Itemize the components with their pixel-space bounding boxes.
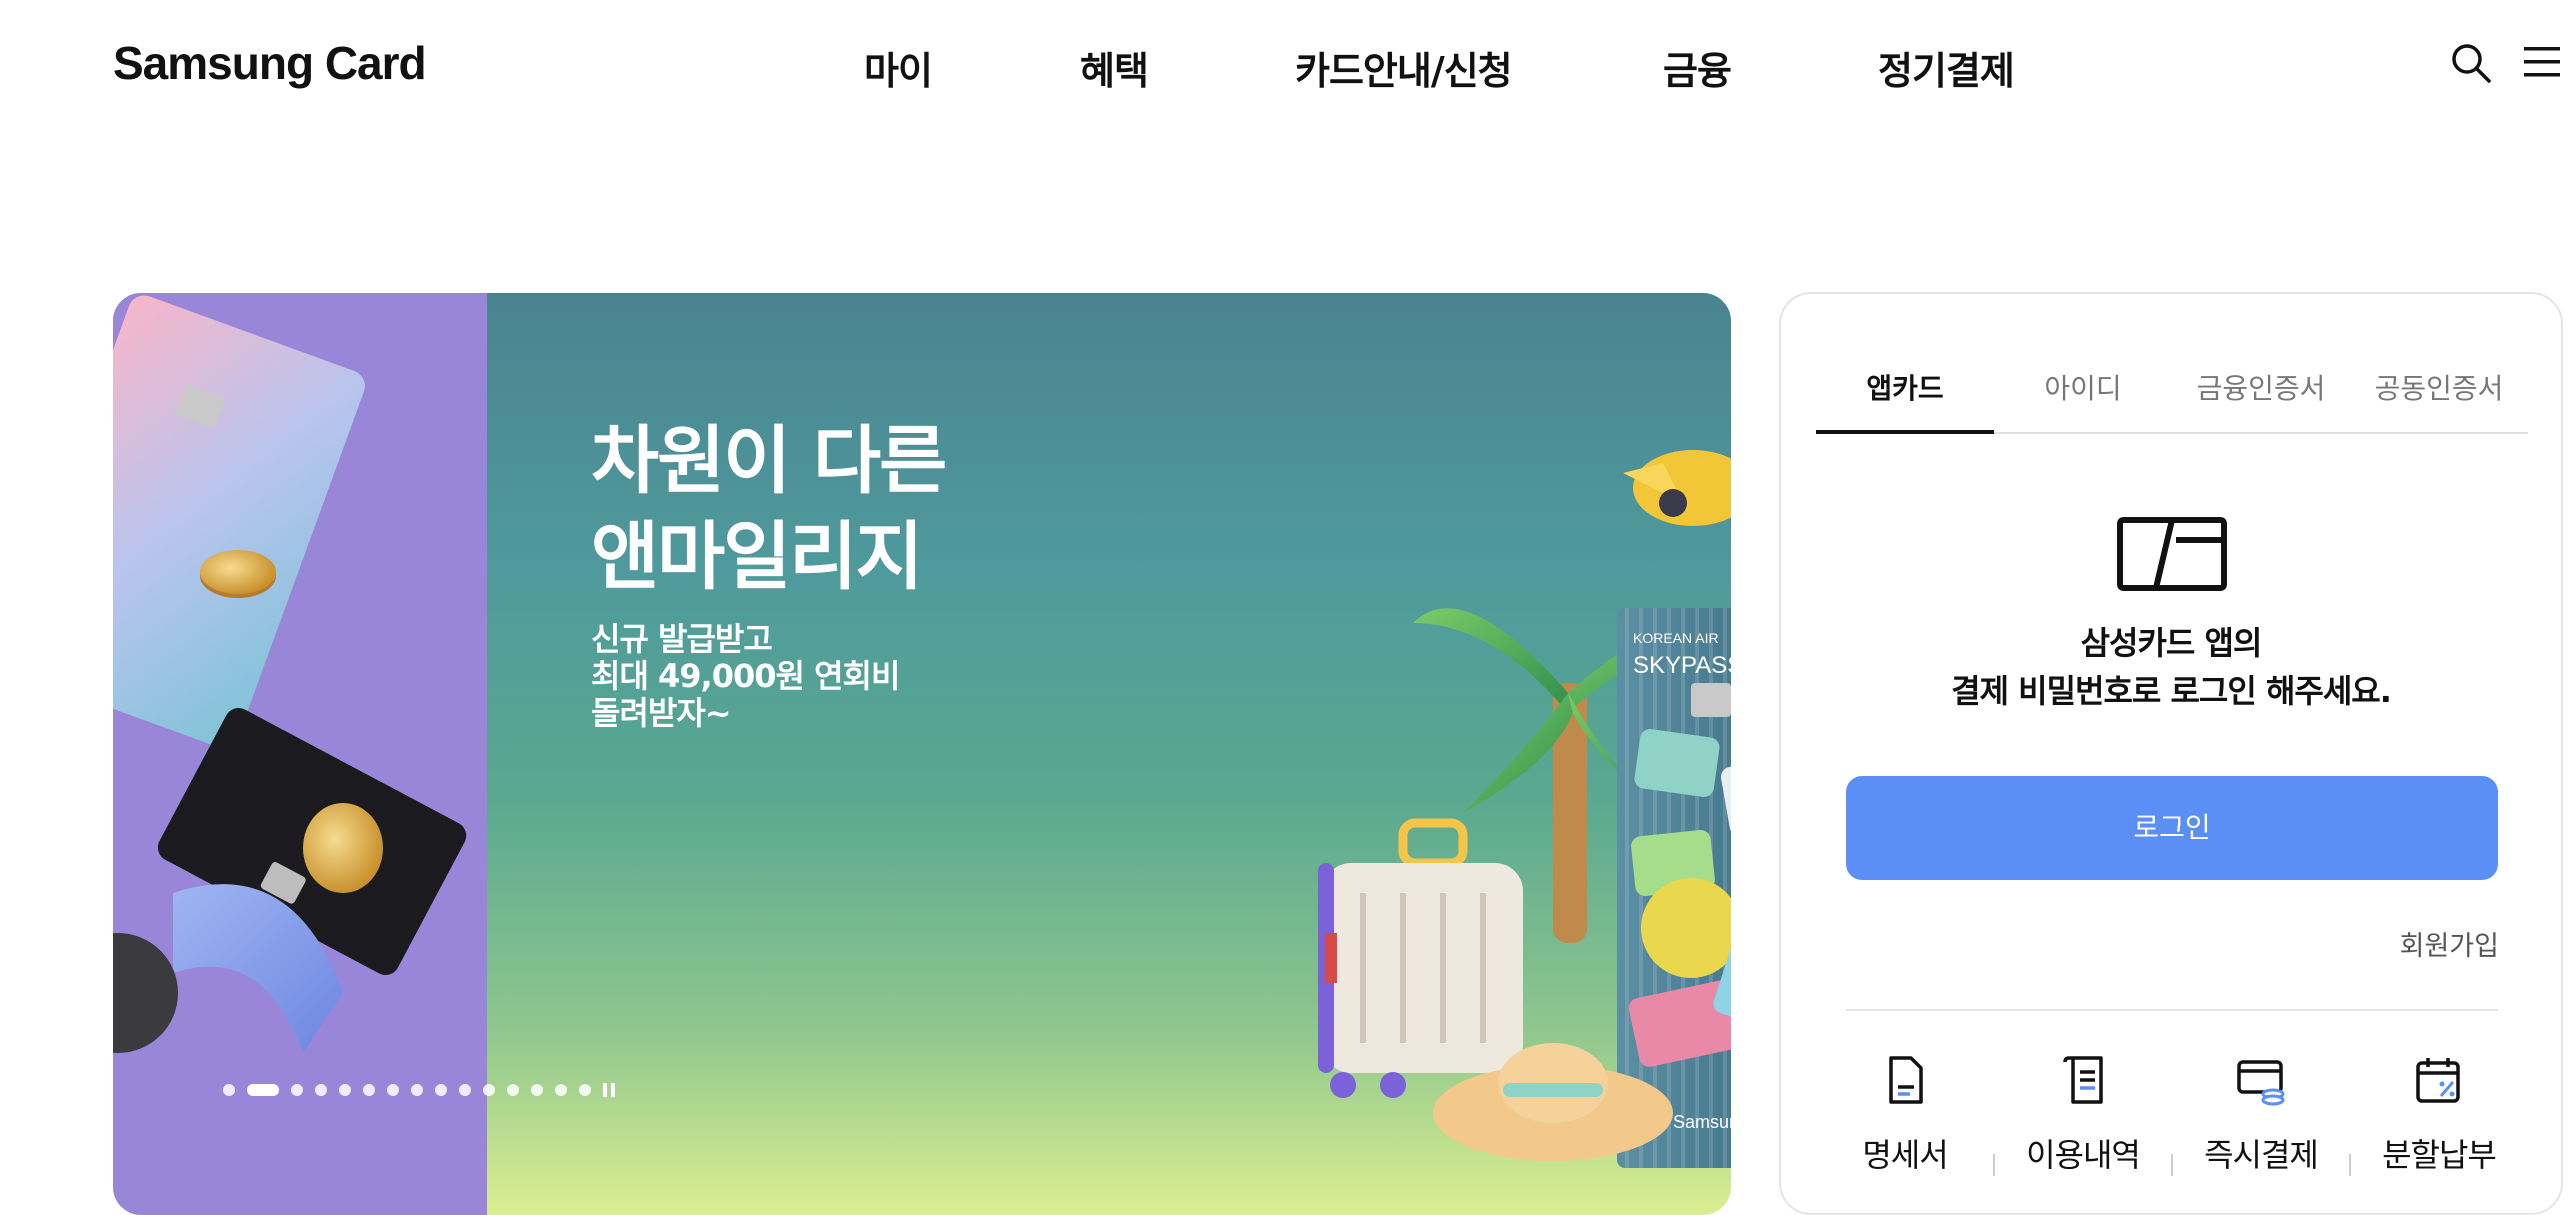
slide-dot[interactable]: [459, 1084, 471, 1096]
installment-calendar-icon: [2413, 1054, 2465, 1106]
quick-instant-payment-label: 즉시결제: [2204, 1136, 2319, 1174]
slide-dot[interactable]: [363, 1084, 375, 1096]
nav-benefits[interactable]: 혜택: [1080, 40, 1149, 95]
search-icon[interactable]: [2450, 42, 2492, 84]
app-card-description: 삼성카드 앱의 결제 비밀번호로 로그인 해주세요.: [1781, 619, 2561, 715]
card-issuer-text: Samsung Card: [1673, 1112, 1731, 1132]
banner-sub-line-2: 최대 49,000원 연회비: [591, 657, 900, 695]
quick-installment-label: 분할납부: [2382, 1136, 2497, 1174]
quick-instant-payment[interactable]: 즉시결제: [2172, 1054, 2350, 1184]
usage-history-icon: [2057, 1054, 2109, 1106]
quick-installment[interactable]: 분할납부: [2350, 1054, 2528, 1184]
slide-dot[interactable]: [387, 1084, 399, 1096]
card-brand-text: KOREAN AIR: [1633, 630, 1719, 646]
slide-dot[interactable]: [247, 1084, 279, 1096]
tab-financial-certificate[interactable]: 금융인증서: [2172, 364, 2350, 434]
nav-finance[interactable]: 금융: [1663, 40, 1732, 95]
promo-banner[interactable]: 차원이 다른 앤마일리지 신규 발급받고 최대 49,000원 연회비 돌려받자…: [113, 293, 1731, 1215]
tab-id[interactable]: 아이디: [1994, 364, 2172, 434]
tab-joint-certificate[interactable]: 공동인증서: [2350, 364, 2528, 434]
app-card-icon: [2116, 516, 2228, 600]
slide-dot[interactable]: [223, 1084, 235, 1096]
tab-app-card[interactable]: 앱카드: [1816, 364, 1994, 434]
slide-dot[interactable]: [411, 1084, 423, 1096]
banner-sub-line-3: 돌려받자~: [591, 694, 732, 732]
slide-dot[interactable]: [579, 1084, 591, 1096]
nav-regular-payment[interactable]: 정기결제: [1878, 40, 2015, 95]
login-button[interactable]: 로그인: [1846, 776, 2498, 880]
app-desc-line-2: 결제 비밀번호로 로그인 해주세요.: [1951, 672, 2392, 710]
banner-title: 차원이 다른 앤마일리지: [591, 413, 947, 605]
banner-subtitle: 신규 발급받고 최대 49,000원 연회비 돌려받자~: [591, 620, 900, 732]
login-panel: 앱카드 아이디 금융인증서 공동인증서 삼성카드 앱의 결제 비밀번호로 로그인…: [1779, 292, 2563, 1215]
quick-usage-history-label: 이용내역: [2026, 1136, 2141, 1174]
card-name-text: SKYPASS: [1633, 652, 1731, 679]
banner-title-line-2: 앤마일리지: [591, 514, 923, 600]
app-desc-line-1: 삼성카드 앱의: [2080, 624, 2263, 662]
quick-menu: 명세서 이용내역 즉시결제 분할납부: [1816, 1054, 2528, 1184]
slide-dot[interactable]: [291, 1084, 303, 1096]
menu-icon[interactable]: [2524, 46, 2560, 78]
pause-icon[interactable]: [603, 1083, 617, 1097]
quick-usage-history[interactable]: 이용내역: [1994, 1054, 2172, 1184]
nav-my[interactable]: 마이: [864, 40, 933, 95]
slide-dot[interactable]: [315, 1084, 327, 1096]
slide-dot[interactable]: [435, 1084, 447, 1096]
slide-dot[interactable]: [339, 1084, 351, 1096]
signup-link[interactable]: 회원가입: [2400, 924, 2499, 963]
statement-icon: [1879, 1054, 1931, 1106]
banner-title-line-1: 차원이 다른: [591, 418, 947, 504]
slide-dot[interactable]: [531, 1084, 543, 1096]
quick-statement[interactable]: 명세서: [1816, 1054, 1994, 1184]
slide-dot[interactable]: [507, 1084, 519, 1096]
nav-card-guide[interactable]: 카드안내/신청: [1295, 40, 1513, 95]
slide-dot[interactable]: [555, 1084, 567, 1096]
instant-payment-icon: [2235, 1054, 2287, 1106]
previous-slide-preview[interactable]: [113, 293, 487, 1215]
travel-illustration: KOREAN AIR SKYPASS Samsung Card: [1318, 450, 1731, 1168]
global-nav: 마이 혜택 카드안내/신청 금융 정기결제: [0, 40, 2572, 93]
divider: [1846, 1009, 2498, 1011]
slide-indicator: [223, 1083, 617, 1097]
login-tabs: 앱카드 아이디 금융인증서 공동인증서: [1816, 364, 2528, 434]
banner-sub-line-1: 신규 발급받고: [591, 620, 773, 658]
quick-statement-label: 명세서: [1862, 1136, 1948, 1174]
slide-dot[interactable]: [483, 1084, 495, 1096]
